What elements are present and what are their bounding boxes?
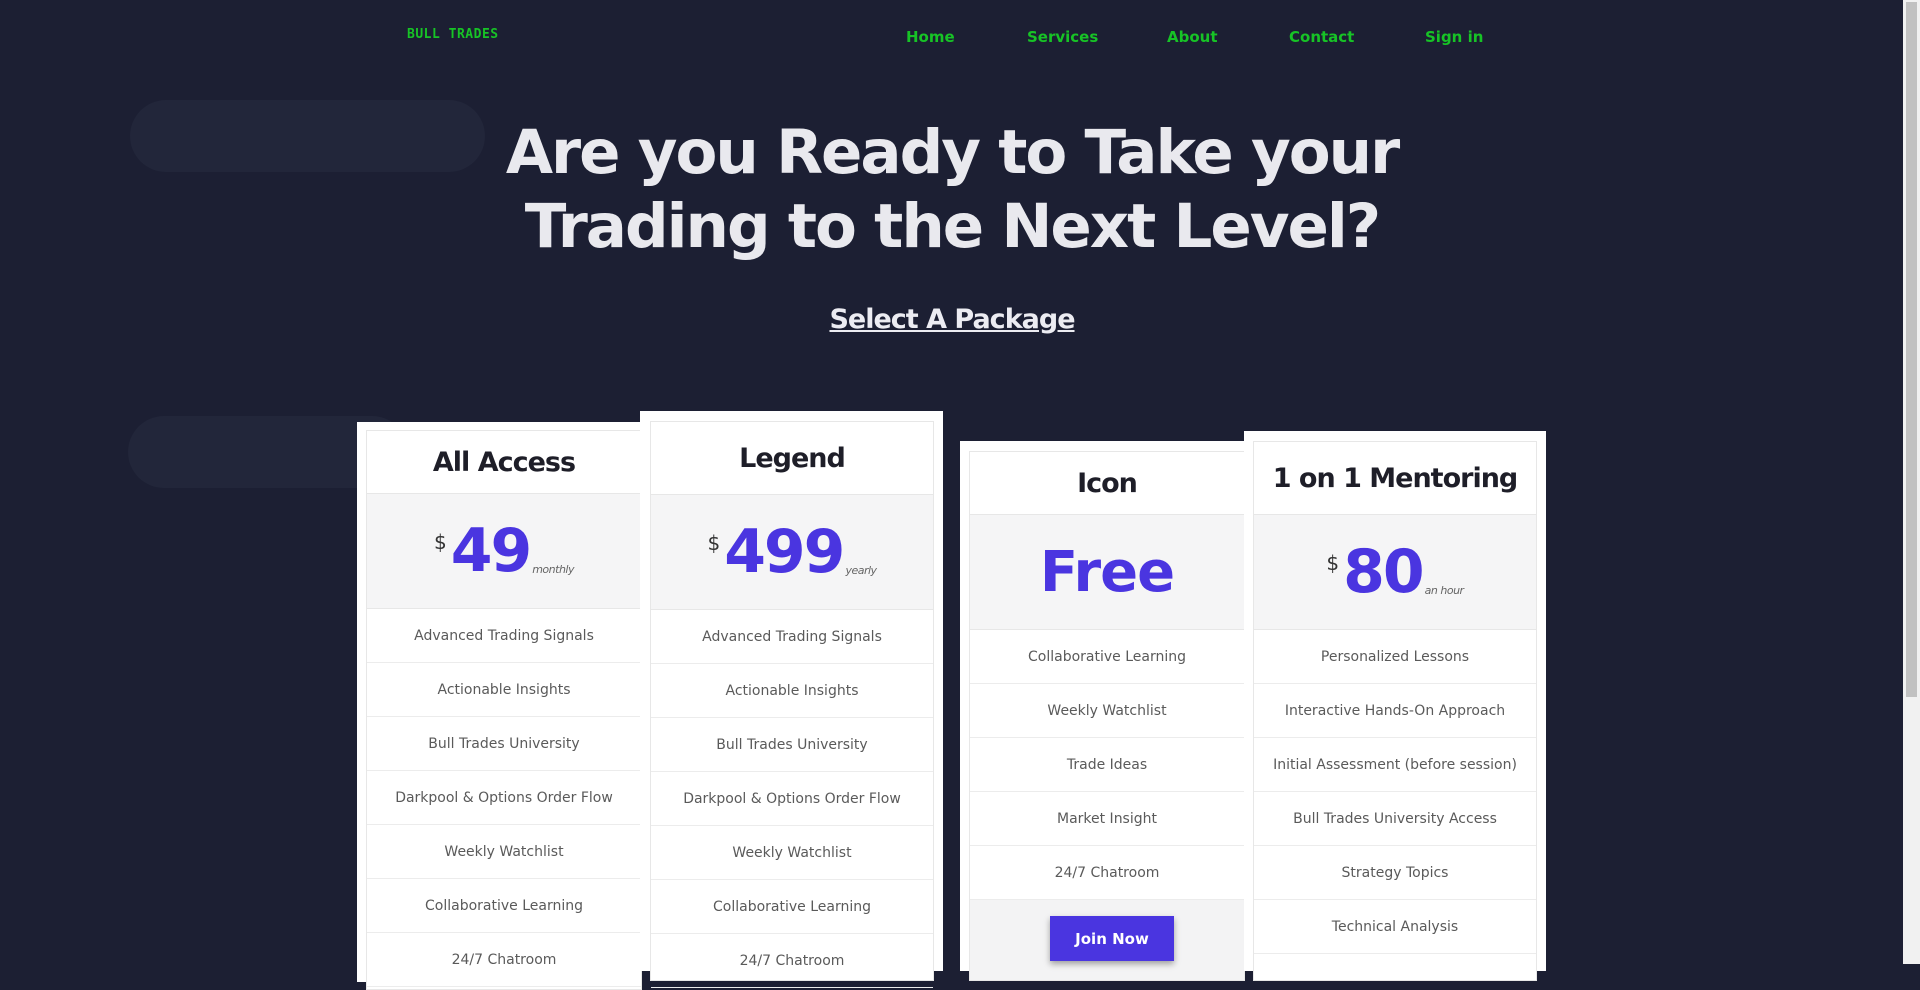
select-package-heading: Select A Package	[829, 304, 1075, 335]
feature-item: Technical Analysis	[1254, 900, 1536, 954]
price-amount: 80	[1343, 537, 1424, 607]
feature-item: Bull Trades University Access	[1254, 792, 1536, 846]
hero-title: Are you Ready to Take your Trading to th…	[505, 117, 1400, 262]
pricing-card-mentoring: 1 on 1 Mentoring $ 80 an hour Personaliz…	[1253, 441, 1537, 981]
feature-item: Actionable Insights	[367, 663, 641, 717]
price-amount: 49	[450, 516, 532, 586]
feature-item: Personalized Lessons	[1254, 630, 1536, 684]
feature-item: 24/7 Chatroom	[367, 933, 641, 987]
price-period: yearly	[845, 564, 877, 577]
feature-item: Weekly Watchlist	[970, 684, 1244, 738]
join-now-button[interactable]: Join Now	[1050, 916, 1174, 961]
feature-item: Collaborative Learning	[651, 880, 933, 934]
feature-item: Interactive Hands-On Approach	[1254, 684, 1536, 738]
feature-item: Weekly Watchlist	[651, 826, 933, 880]
nav-contact[interactable]: Contact	[1289, 28, 1354, 46]
top-nav: BULL TRADES Home Services About Contact …	[0, 0, 1920, 74]
nav-sign-in[interactable]: Sign in	[1425, 28, 1483, 46]
feature-item: Trade Ideas	[970, 738, 1244, 792]
pricing-card-all-access: All Access $ 49 monthly Advanced Trading…	[366, 430, 642, 990]
price-box: $ 80 an hour	[1254, 515, 1536, 630]
price-amount: 499	[724, 517, 845, 587]
card-title: 1 on 1 Mentoring	[1254, 442, 1536, 515]
feature-item: Advanced Trading Signals	[651, 610, 933, 664]
card-title: All Access	[367, 431, 641, 494]
price-period: monthly	[532, 563, 574, 576]
currency-symbol: $	[433, 530, 447, 554]
price-period: an hour	[1424, 584, 1464, 597]
feature-item: Weekly Watchlist	[367, 825, 641, 879]
feature-item: Collaborative Learning	[367, 879, 641, 933]
feature-item: Collaborative Learning	[970, 630, 1244, 684]
price-box: $ 49 monthly	[367, 494, 641, 609]
card-title: Legend	[651, 422, 933, 495]
currency-symbol: $	[1326, 551, 1340, 575]
pricing-card-legend: Legend $ 499 yearly Advanced Trading Sig…	[650, 421, 934, 988]
feature-item: Actionable Insights	[651, 664, 933, 718]
feature-item: Market Insight	[970, 792, 1244, 846]
page-scrollbar[interactable]	[1903, 0, 1920, 964]
nav-services[interactable]: Services	[1027, 28, 1098, 46]
feature-item: Initial Assessment (before session)	[1254, 738, 1536, 792]
feature-item: 24/7 Chatroom	[970, 846, 1244, 900]
feature-item: Strategy Topics	[1254, 846, 1536, 900]
price-box: $ 499 yearly	[651, 495, 933, 610]
feature-item: Darkpool & Options Order Flow	[367, 771, 641, 825]
currency-symbol: $	[707, 531, 721, 555]
feature-item: 24/7 Chatroom	[651, 934, 933, 988]
card-title: Icon	[970, 452, 1244, 515]
nav-about[interactable]: About	[1167, 28, 1218, 46]
scrollbar-thumb[interactable]	[1906, 2, 1917, 697]
feature-item: Advanced Trading Signals	[367, 609, 641, 663]
nav-home[interactable]: Home	[906, 28, 955, 46]
feature-item: Darkpool & Options Order Flow	[651, 772, 933, 826]
card-cta-area: Join Now	[970, 900, 1244, 980]
price-box: Free	[970, 515, 1244, 630]
site-logo[interactable]: BULL TRADES	[407, 27, 499, 42]
feature-item: Bull Trades University	[367, 717, 641, 771]
feature-item: Bull Trades University	[651, 718, 933, 772]
price-amount: Free	[1039, 539, 1175, 605]
pricing-card-icon: Icon Free Collaborative Learning Weekly …	[969, 451, 1245, 981]
